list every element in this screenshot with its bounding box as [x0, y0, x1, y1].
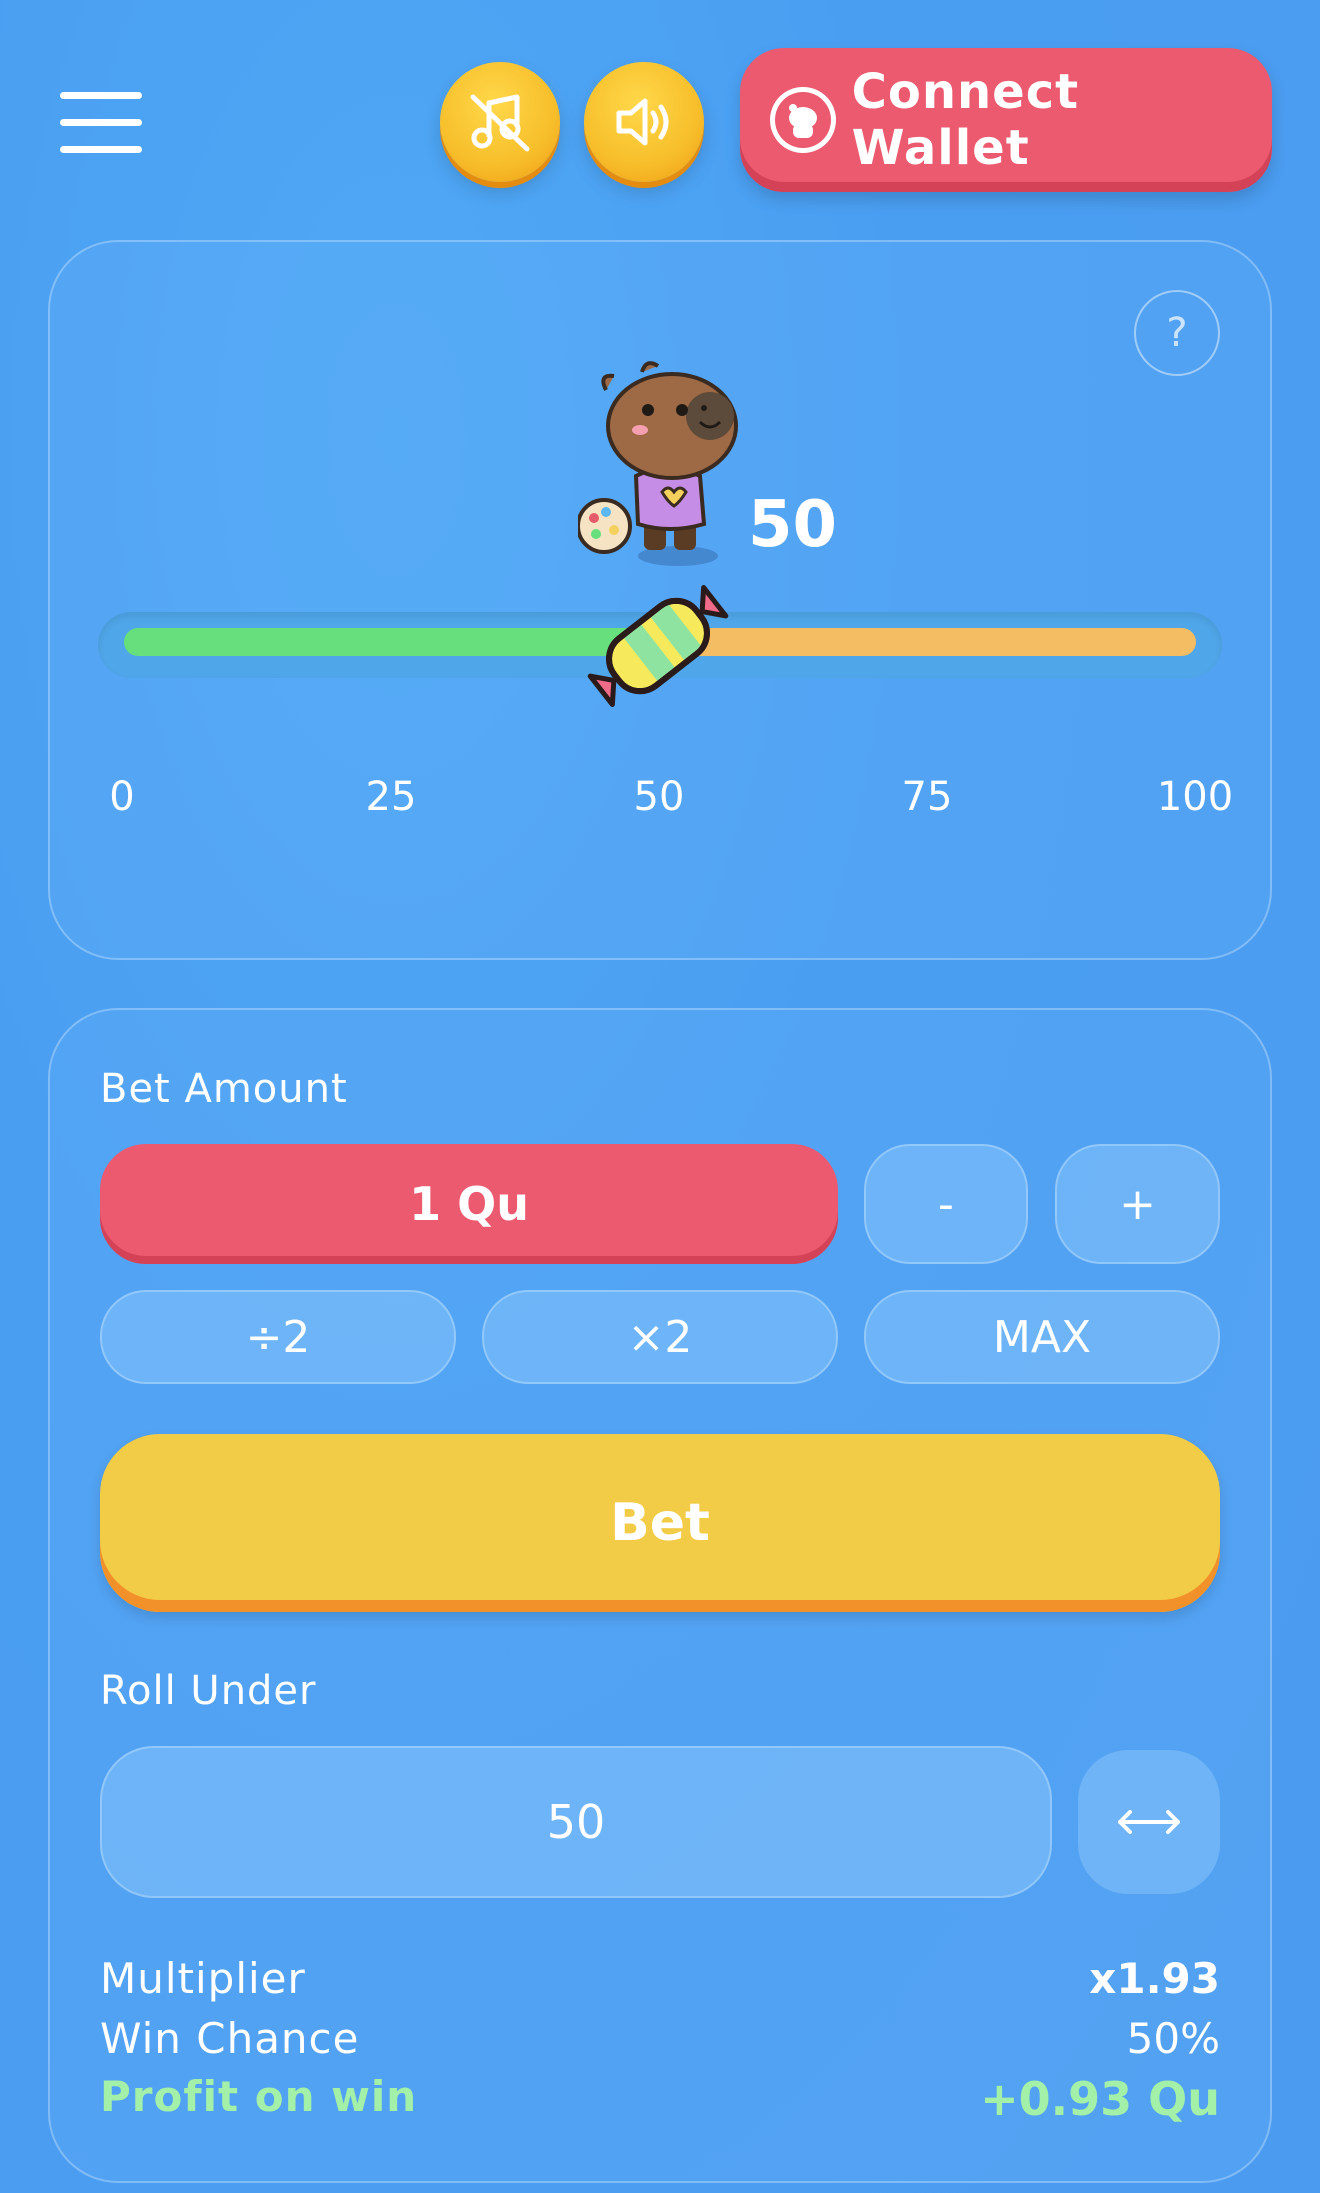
- decrease-bet-button[interactable]: -: [864, 1144, 1028, 1264]
- swap-direction-button[interactable]: [1078, 1750, 1220, 1894]
- top-bar: Connect Wallet: [0, 0, 1320, 200]
- roll-under-label: Roll Under: [100, 1668, 317, 1714]
- slider-tick-label: 0: [109, 774, 135, 820]
- profit-label: Profit on win: [100, 2072, 418, 2121]
- sound-toggle-button[interactable]: [584, 62, 704, 182]
- multiplier-row: Multiplier x1.93: [100, 1954, 1220, 2003]
- music-toggle-button[interactable]: [440, 62, 560, 182]
- max-bet-button[interactable]: MAX: [864, 1290, 1220, 1384]
- connect-wallet-button[interactable]: Connect Wallet: [740, 48, 1272, 192]
- win-chance-value: 50%: [1126, 2014, 1220, 2063]
- increase-bet-button[interactable]: +: [1055, 1144, 1220, 1264]
- slider-tick-label: 100: [1156, 774, 1234, 820]
- multiplier-label: Multiplier: [100, 1954, 306, 2003]
- bet-amount-label: Bet Amount: [100, 1066, 348, 1112]
- win-range-bar: [124, 628, 654, 656]
- connect-wallet-label: Connect Wallet: [851, 64, 1080, 176]
- help-button[interactable]: ?: [1134, 290, 1220, 376]
- bet-button[interactable]: Bet: [100, 1434, 1220, 1612]
- profit-value: +0.93 Qu: [980, 2072, 1220, 2126]
- lose-range-bar: [654, 628, 1196, 656]
- slider-tick-label: 25: [365, 774, 417, 820]
- capybara-mascot: [578, 361, 738, 566]
- multiplier-value: x1.93: [1089, 1954, 1220, 2003]
- profit-row: Profit on win +0.93 Qu: [100, 2072, 1220, 2126]
- slider-tick-label: 75: [901, 774, 953, 820]
- halve-bet-button[interactable]: ÷2: [100, 1290, 456, 1384]
- roll-under-input[interactable]: 50: [100, 1746, 1052, 1898]
- speaker-on-icon: [616, 98, 669, 146]
- roll-value-display: 50: [748, 488, 838, 562]
- candy-slider-handle[interactable]: [584, 572, 732, 720]
- capybara-avatar-icon: [770, 87, 836, 153]
- win-chance-row: Win Chance 50%: [100, 2014, 1220, 2063]
- win-chance-label: Win Chance: [100, 2014, 360, 2063]
- bet-amount-input[interactable]: 1 Qu: [100, 1144, 838, 1264]
- music-off-icon: [470, 94, 530, 152]
- slider-tick-label: 50: [633, 774, 685, 820]
- double-bet-button[interactable]: ×2: [482, 1290, 838, 1384]
- swap-arrows-icon: [1118, 1810, 1180, 1834]
- menu-icon[interactable]: [60, 92, 142, 154]
